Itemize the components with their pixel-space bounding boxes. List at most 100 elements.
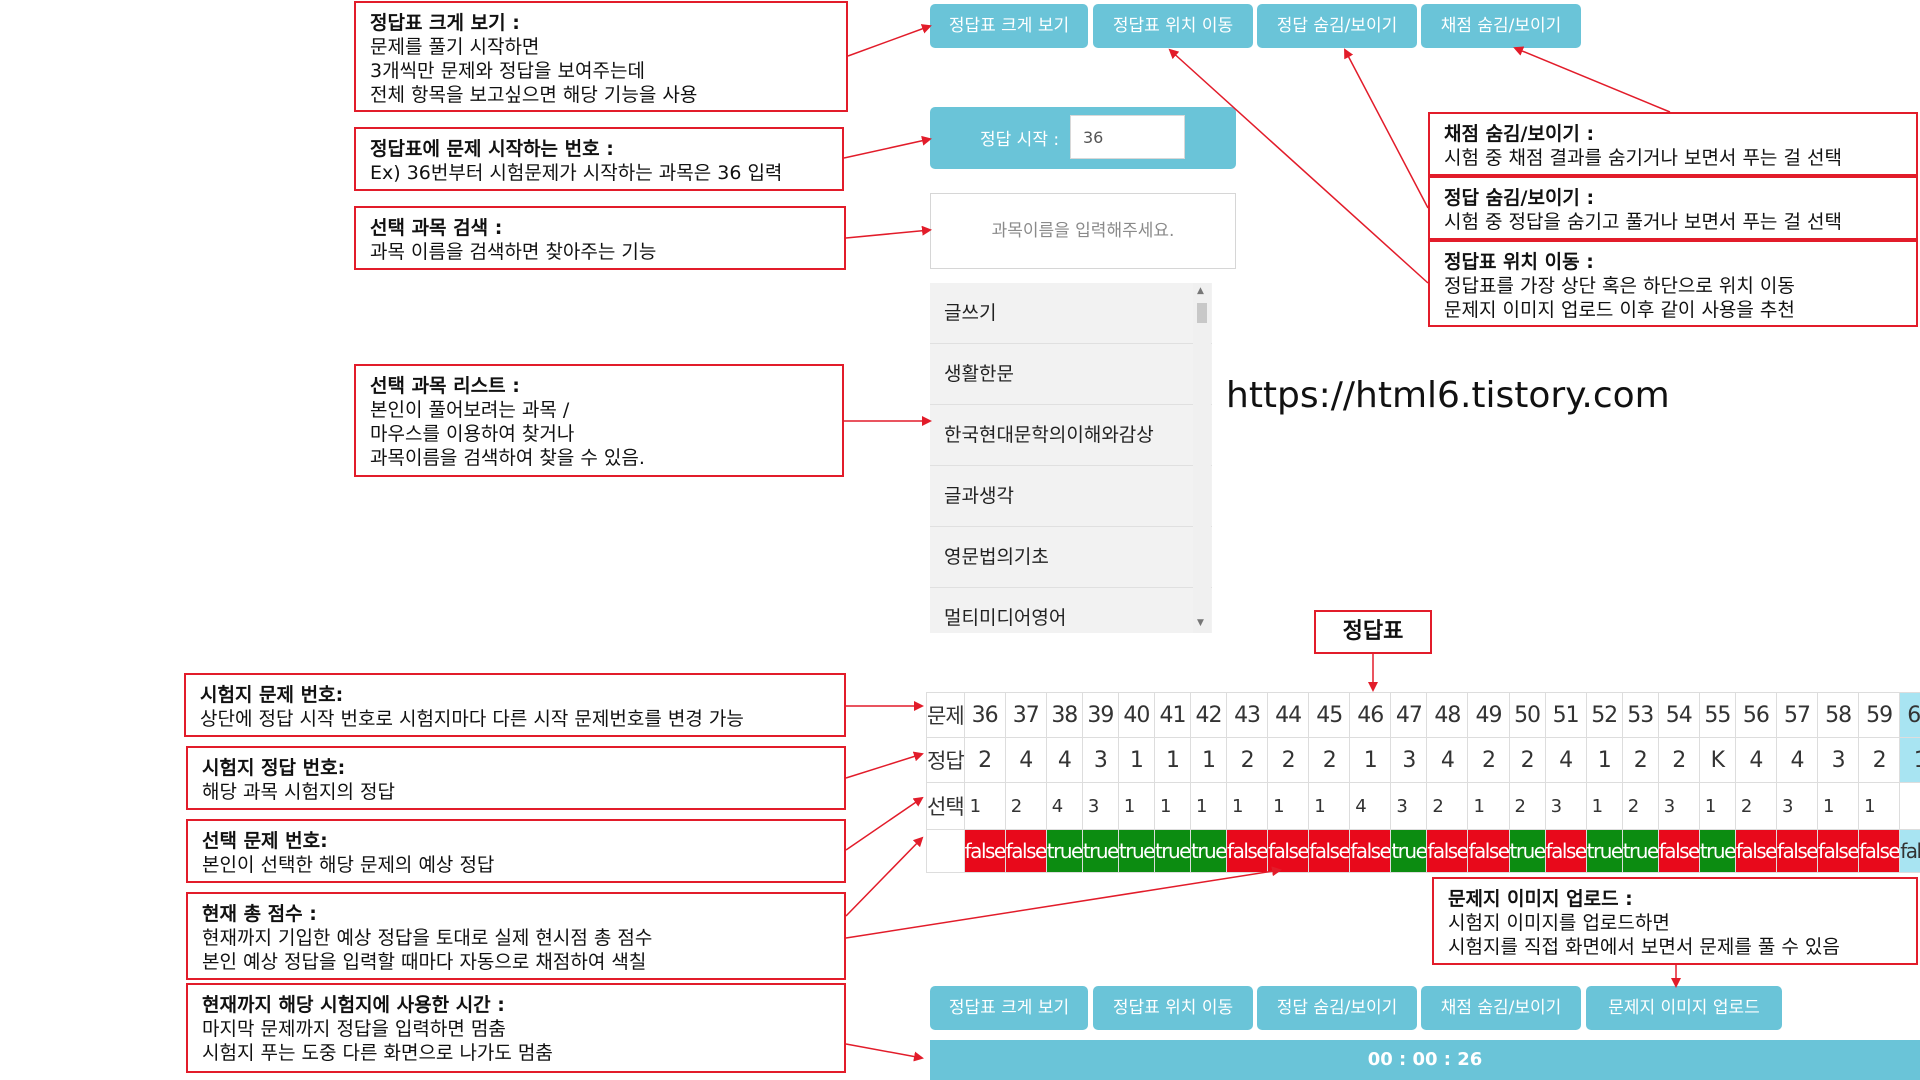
note-line: 상단에 정답 시작 번호로 시험지마다 다른 시작 문제번호를 변경 가능 bbox=[200, 708, 744, 730]
note-title: 선택 과목 검색 : bbox=[370, 217, 503, 239]
answer-cell: 2 bbox=[1267, 737, 1310, 783]
question-number-cell: 51 bbox=[1544, 692, 1587, 738]
arrow-answer-number bbox=[845, 751, 924, 779]
selection-cell[interactable]: 1 bbox=[1226, 782, 1269, 830]
selection-cell[interactable]: 1 bbox=[963, 782, 1006, 830]
note-title: 정답표에 문제 시작하는 번호 : bbox=[370, 138, 614, 160]
list-item[interactable]: 글쓰기 bbox=[930, 283, 1212, 344]
selection-cell[interactable]: 2 bbox=[1508, 782, 1546, 830]
arrow-selection-number bbox=[845, 796, 924, 851]
subject-list[interactable]: 글쓰기 생활한문 한국현대문학의이해와감상 글과생각 영문법의기초 멀티미디어영… bbox=[930, 283, 1212, 633]
selection-cell[interactable]: 3 bbox=[1775, 782, 1819, 830]
selection-cell[interactable]: ▲ ▼ bbox=[1899, 782, 1920, 830]
start-number-input[interactable] bbox=[1070, 115, 1185, 159]
arrow-answer-toggle bbox=[1344, 48, 1429, 209]
note-move: 정답표 위치 이동 : 정답표를 가장 상단 혹은 하단으로 위치 이동 문제지… bbox=[1428, 240, 1918, 327]
question-number-cell: 50 bbox=[1508, 692, 1546, 738]
selection-cell[interactable]: 2 bbox=[1426, 782, 1469, 830]
subject-search-input[interactable]: 과목이름을 입력해주세요. bbox=[930, 193, 1236, 269]
question-number-cell: 57 bbox=[1775, 692, 1819, 738]
result-cell: false bbox=[1544, 829, 1587, 873]
selection-cell[interactable]: 4 bbox=[1045, 782, 1083, 830]
selection-cell[interactable]: 1 bbox=[1189, 782, 1228, 830]
selection-cell[interactable]: 2 bbox=[1621, 782, 1659, 830]
question-number-cell: 43 bbox=[1226, 692, 1269, 738]
result-cell: true bbox=[1390, 829, 1428, 873]
image-upload-button[interactable]: 문제지 이미지 업로드 bbox=[1586, 986, 1782, 1030]
selection-cell[interactable]: 2 bbox=[1734, 782, 1777, 830]
note-big-view: 정답표 크게 보기 : 문제를 풀기 시작하면 3개씩만 문제와 정답을 보여주… bbox=[354, 1, 848, 112]
selection-cell[interactable]: 3 bbox=[1544, 782, 1587, 830]
selection-cell[interactable]: 1 bbox=[1585, 782, 1623, 830]
selection-cell[interactable]: 1 bbox=[1153, 782, 1191, 830]
arrow-big-view bbox=[847, 24, 932, 57]
list-item[interactable]: 생활한문 bbox=[930, 344, 1212, 405]
list-item[interactable]: 한국현대문학의이해와감상 bbox=[930, 405, 1212, 466]
result-cell: false bbox=[1267, 829, 1310, 873]
note-line: 시험 중 정답을 숨기고 풀거나 보면서 푸는 걸 선택 bbox=[1444, 211, 1842, 233]
selection-cell[interactable]: 1 bbox=[1267, 782, 1310, 830]
note-title: 채점 숨김/보이기 : bbox=[1444, 123, 1595, 145]
note-title: 선택 과목 리스트 : bbox=[370, 375, 520, 397]
result-cell: false bbox=[1467, 829, 1510, 873]
note-line: 현재까지 기입한 예상 정답을 토대로 실제 현시점 총 점수 bbox=[202, 927, 653, 949]
answer-cell: 4 bbox=[1734, 737, 1777, 783]
result-cell: true bbox=[1081, 829, 1119, 873]
result-cell: false bbox=[963, 829, 1006, 873]
result-cell: true bbox=[1189, 829, 1228, 873]
selection-cell[interactable]: 1 bbox=[1698, 782, 1736, 830]
watermark-url: https://html6.tistory.com bbox=[1226, 375, 1670, 416]
selection-cell[interactable]: 1 bbox=[1467, 782, 1510, 830]
result-cell: false bbox=[1657, 829, 1700, 873]
scroll-up-icon[interactable]: ▲ bbox=[1197, 286, 1204, 296]
answer-cell: 1 bbox=[1153, 737, 1191, 783]
answer-cell: 1 bbox=[1117, 737, 1155, 783]
list-item[interactable]: 멀티미디어영어 bbox=[930, 588, 1212, 633]
selection-cell[interactable]: 3 bbox=[1081, 782, 1119, 830]
answer-toggle-button-bottom[interactable]: 정답 숨김/보이기 bbox=[1257, 986, 1417, 1030]
result-cell: true bbox=[1698, 829, 1736, 873]
selection-cell[interactable]: 3 bbox=[1390, 782, 1428, 830]
note-line: 문제지 이미지 업로드 이후 같이 사용을 추천 bbox=[1444, 299, 1795, 321]
big-view-button[interactable]: 정답표 크게 보기 bbox=[930, 4, 1088, 48]
note-line: 마우스를 이용하여 찾거나 bbox=[370, 423, 575, 445]
answer-toggle-button[interactable]: 정답 숨김/보이기 bbox=[1257, 4, 1417, 48]
note-answer-toggle: 정답 숨김/보이기 : 시험 중 정답을 숨기고 풀거나 보면서 푸는 걸 선택 bbox=[1428, 176, 1918, 240]
grade-toggle-button-bottom[interactable]: 채점 숨김/보이기 bbox=[1421, 986, 1581, 1030]
note-title: 정답표 크게 보기 : bbox=[370, 12, 520, 34]
answer-cell: 4 bbox=[1004, 737, 1047, 783]
selection-cell[interactable]: 3 bbox=[1657, 782, 1700, 830]
note-start-number: 정답표에 문제 시작하는 번호 : Ex) 36번부터 시험문제가 시작하는 과… bbox=[354, 127, 844, 191]
note-image-upload: 문제지 이미지 업로드 : 시험지 이미지를 업로드하면 시험지를 직접 화면에… bbox=[1432, 877, 1918, 965]
selection-cell[interactable]: 2 bbox=[1004, 782, 1047, 830]
answer-cell: 2 bbox=[1467, 737, 1510, 783]
note-line: 시험지 이미지를 업로드하면 bbox=[1448, 912, 1670, 934]
big-view-button-bottom[interactable]: 정답표 크게 보기 bbox=[930, 986, 1088, 1030]
move-sheet-button-bottom[interactable]: 정답표 위치 이동 bbox=[1093, 986, 1253, 1030]
list-item[interactable]: 영문법의기초 bbox=[930, 527, 1212, 588]
answer-cell: 1 bbox=[1585, 737, 1623, 783]
answer-cell: 3 bbox=[1081, 737, 1119, 783]
question-number-cell: 37 bbox=[1004, 692, 1047, 738]
list-item[interactable]: 글과생각 bbox=[930, 466, 1212, 527]
selection-cell[interactable]: 1 bbox=[1817, 782, 1860, 830]
answer-cell: 2 bbox=[1657, 737, 1700, 783]
selection-cell[interactable]: 1 bbox=[1858, 782, 1901, 830]
selection-cell[interactable]: 1 bbox=[1117, 782, 1155, 830]
note-selection-number: 선택 문제 번호: 본인이 선택한 해당 문제의 예상 정답 bbox=[186, 819, 846, 883]
arrow-start-number bbox=[843, 135, 932, 159]
result-cell: false bbox=[1226, 829, 1269, 873]
note-title: 선택 문제 번호: bbox=[202, 830, 328, 852]
answer-cell: 2 bbox=[1858, 737, 1901, 783]
selection-cell[interactable]: 1 bbox=[1308, 782, 1351, 830]
move-sheet-button[interactable]: 정답표 위치 이동 bbox=[1093, 4, 1253, 48]
subject-list-scrollbar[interactable]: ▲ ▼ bbox=[1193, 283, 1211, 633]
question-number-cell: 58 bbox=[1817, 692, 1860, 738]
result-cell: false bbox=[1004, 829, 1047, 873]
note-subject-search: 선택 과목 검색 : 과목 이름을 검색하면 찾아주는 기능 bbox=[354, 206, 846, 270]
note-line: 3개씩만 문제와 정답을 보여주는데 bbox=[370, 60, 645, 82]
selection-cell[interactable]: 4 bbox=[1349, 782, 1392, 830]
scroll-down-icon[interactable]: ▼ bbox=[1197, 618, 1204, 628]
scroll-thumb[interactable] bbox=[1197, 303, 1207, 323]
grade-toggle-button[interactable]: 채점 숨김/보이기 bbox=[1421, 4, 1581, 48]
